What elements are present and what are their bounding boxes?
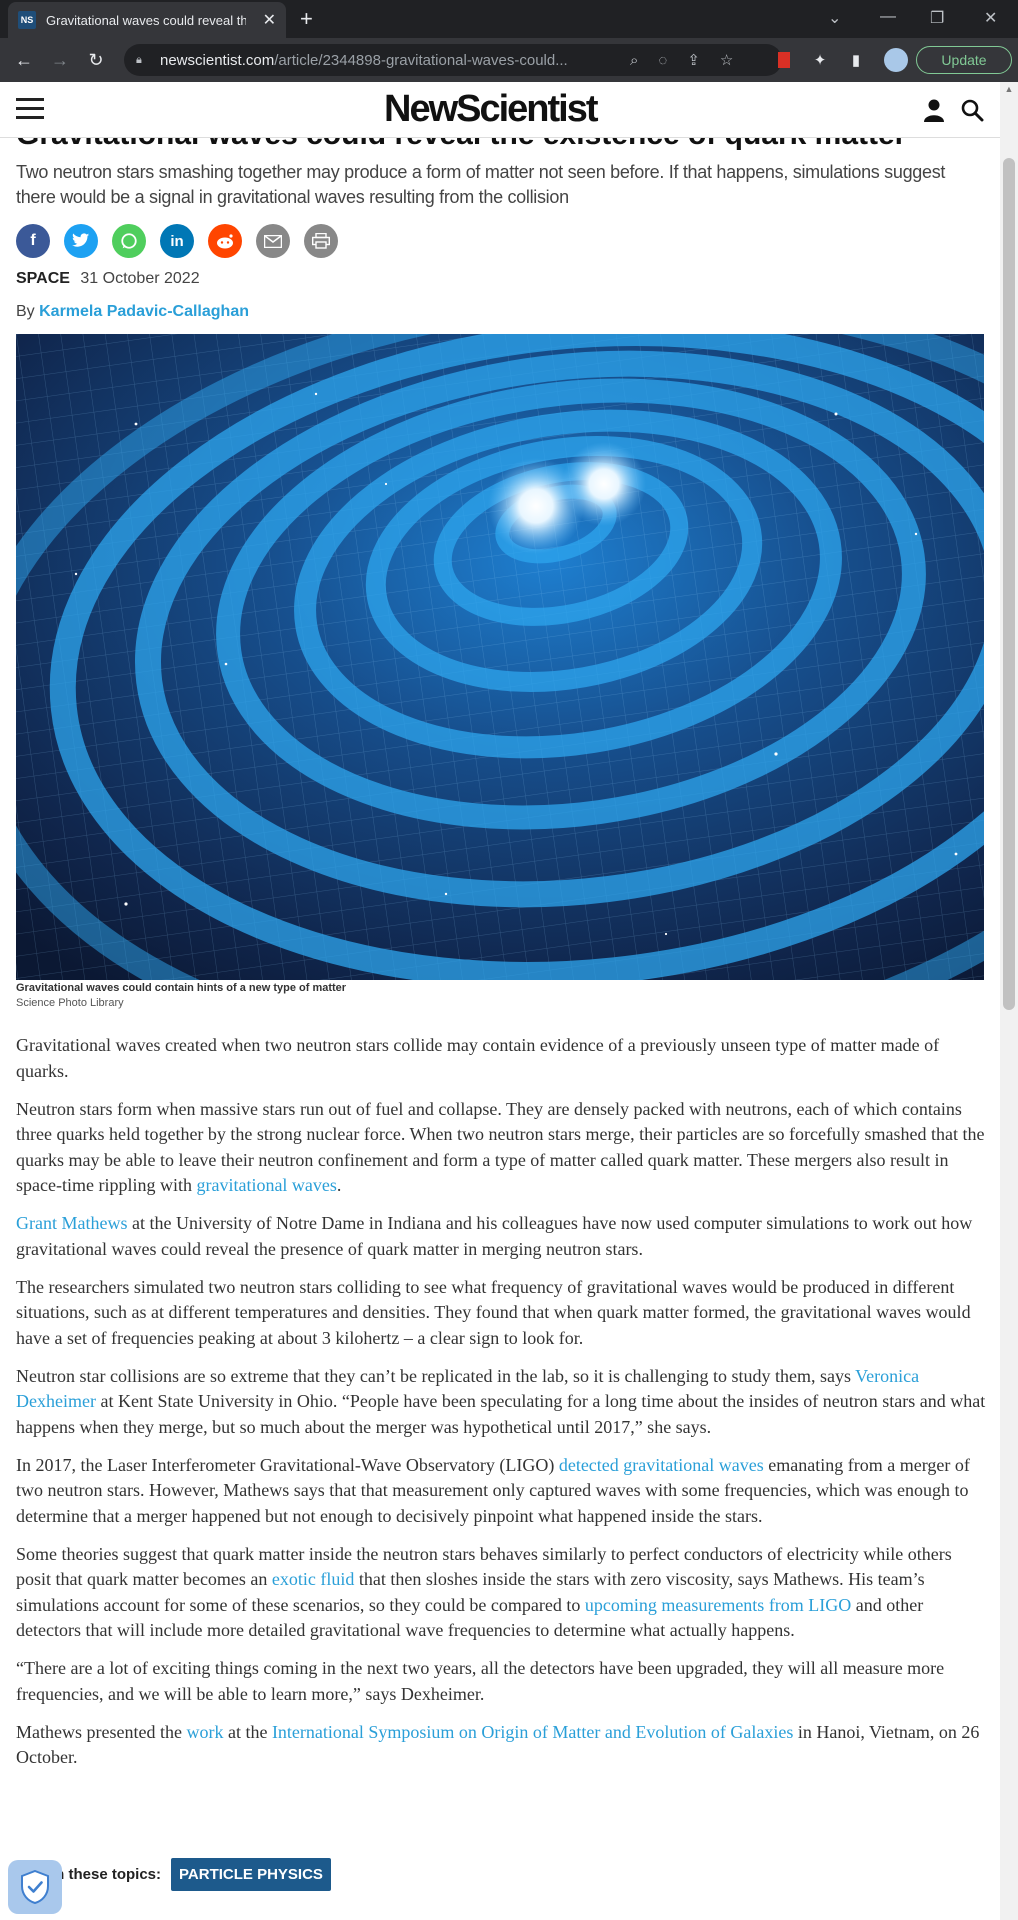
inline-link[interactable]: upcoming measurements from LIGO: [585, 1595, 851, 1615]
section-link[interactable]: SPACE: [16, 270, 70, 287]
forward-icon[interactable]: →: [42, 50, 78, 71]
close-icon[interactable]: ✕: [263, 10, 276, 30]
url-text[interactable]: newscientist.com/article/2344898-gravita…: [160, 52, 610, 69]
paragraph: Mathews presented the work at the Intern…: [16, 1721, 980, 1768]
browser-tab[interactable]: NS Gravitational waves could reveal the …: [8, 2, 286, 38]
inline-link[interactable]: Grant Mathews: [16, 1213, 127, 1233]
print-icon[interactable]: [304, 224, 338, 258]
reddit-icon[interactable]: [208, 224, 242, 258]
profile-avatar[interactable]: [884, 48, 908, 72]
article-standfirst: Two neutron stars smashing together may …: [16, 162, 946, 207]
user-account-icon[interactable]: [924, 98, 944, 122]
linkedin-icon[interactable]: in: [160, 224, 194, 258]
restore-icon[interactable]: ❐: [930, 8, 944, 28]
article-meta: SPACE 31 October 2022: [16, 270, 200, 288]
scroll-up-icon[interactable]: ▲: [1000, 84, 1018, 98]
image-credit: Science Photo Library: [16, 997, 124, 1009]
twitter-icon[interactable]: [64, 224, 98, 258]
address-bar[interactable]: 🔒︎ newscientist.com/article/2344898-grav…: [124, 44, 782, 76]
menu-icon[interactable]: [16, 98, 44, 120]
paragraph: Neutron stars form when massive stars ru…: [16, 1098, 985, 1196]
share-icon[interactable]: ⇪: [687, 51, 700, 69]
publish-date: 31 October 2022: [80, 270, 200, 287]
byline: By Karmela Padavic-Callaghan: [16, 303, 249, 321]
image-caption: Gravitational waves could contain hints …: [16, 982, 347, 994]
paragraph: Gravitational waves created when two neu…: [16, 1035, 940, 1081]
inline-link[interactable]: gravitational waves: [196, 1175, 336, 1195]
zoom-icon[interactable]: ⌕: [630, 52, 638, 69]
email-icon[interactable]: [256, 224, 290, 258]
topics-label: on these topics:: [46, 1866, 162, 1883]
paragraph: “There are a lot of exciting things comi…: [16, 1658, 945, 1704]
back-icon[interactable]: ←: [6, 50, 42, 71]
inline-link[interactable]: exotic fluid: [272, 1569, 354, 1589]
facebook-icon[interactable]: f: [16, 224, 50, 258]
hero-image[interactable]: [16, 334, 984, 980]
privacy-shield-icon[interactable]: [8, 1860, 62, 1914]
inline-link[interactable]: International Symposium on Origin of Mat…: [272, 1722, 793, 1742]
extensions-puzzle-icon[interactable]: ✦: [810, 50, 830, 70]
reload-icon[interactable]: ↻: [78, 50, 114, 71]
page-scrollbar[interactable]: ▲: [1000, 82, 1018, 1920]
side-panel-icon[interactable]: ▮: [846, 50, 866, 70]
tab-title: Gravitational waves could reveal the exi…: [46, 12, 246, 28]
topics-row: on these topics: PARTICLE PHYSICS: [16, 1858, 331, 1891]
tab-search-chevron-icon[interactable]: ⌄: [828, 8, 841, 28]
share-bar: f in: [16, 224, 338, 258]
minimize-icon[interactable]: —: [880, 8, 896, 26]
paragraph: Grant Mathews at the University of Notre…: [16, 1213, 973, 1259]
article-body: Gravitational waves created when two neu…: [16, 1033, 991, 1783]
lock-icon: 🔒︎: [136, 54, 142, 66]
eye-off-icon[interactable]: ◌: [658, 52, 667, 69]
browser-toolbar: ← → ↻ 🔒︎ newscientist.com/article/234489…: [0, 38, 1018, 82]
inline-link[interactable]: detected gravitational waves: [559, 1455, 764, 1475]
byline-prefix: By: [16, 303, 35, 320]
paragraph: Some theories suggest that quark matter …: [16, 1543, 952, 1641]
paragraph: The researchers simulated two neutron st…: [16, 1276, 971, 1348]
site-header: NewScientist: [0, 82, 1000, 138]
star-icon[interactable]: ☆: [720, 51, 733, 69]
author-link[interactable]: Karmela Padavic-Callaghan: [39, 303, 249, 320]
browser-tabstrip: NS Gravitational waves could reveal the …: [0, 0, 1018, 38]
scroll-thumb[interactable]: [1003, 158, 1015, 1010]
new-tab-icon[interactable]: +: [300, 6, 313, 32]
inline-link[interactable]: work: [186, 1722, 223, 1742]
site-logo[interactable]: NewScientist: [384, 88, 599, 131]
paragraph: In 2017, the Laser Interferometer Gravit…: [16, 1454, 970, 1526]
search-icon[interactable]: [960, 98, 984, 122]
paragraph: Neutron star collisions are so extreme t…: [16, 1365, 986, 1437]
whatsapp-icon[interactable]: [112, 224, 146, 258]
bookmark-extension-icon[interactable]: [774, 50, 794, 70]
window-close-icon[interactable]: ✕: [984, 8, 997, 28]
newscientist-favicon-icon: NS: [18, 11, 36, 29]
topic-tag[interactable]: PARTICLE PHYSICS: [171, 1858, 331, 1891]
update-button[interactable]: Update: [916, 46, 1012, 74]
